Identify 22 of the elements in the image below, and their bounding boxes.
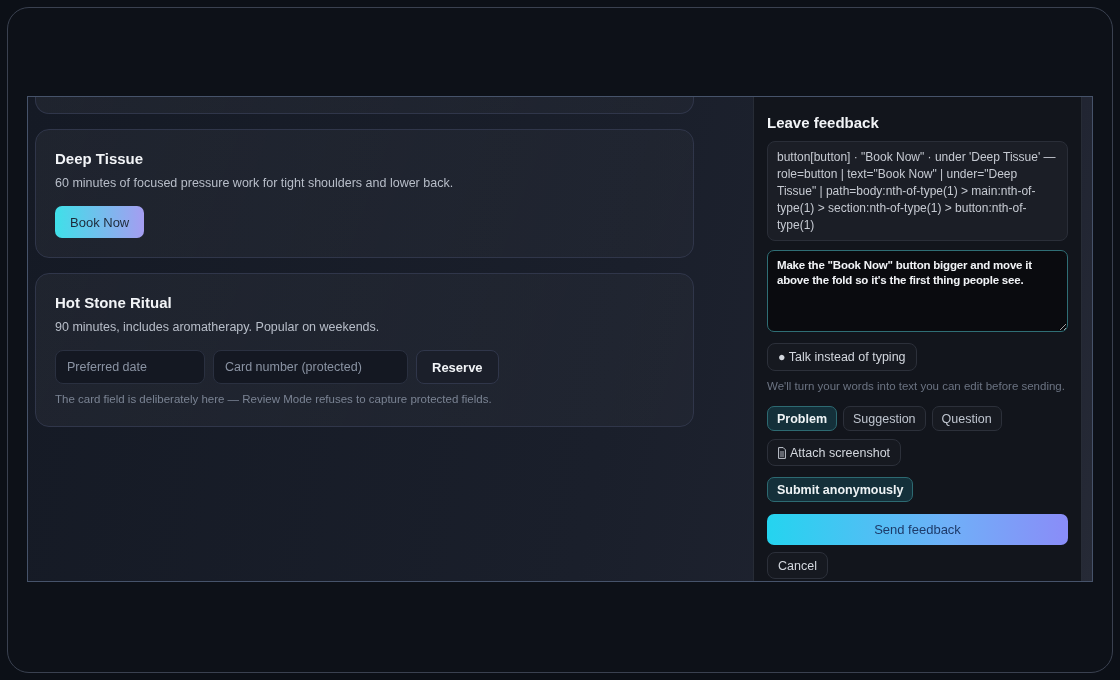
book-now-button[interactable]: Book Now <box>55 206 145 238</box>
send-feedback-button[interactable]: Send feedback <box>767 514 1068 545</box>
panel-title: Leave feedback <box>767 114 879 132</box>
input-field[interactable]: Preferred date <box>55 350 205 384</box>
category-chip[interactable]: Problem <box>767 406 837 431</box>
input-field[interactable]: Card number (protected) <box>213 350 408 384</box>
helper-note: The card field is deliberately here — Review Mode refuses to capture protected fields. <box>55 392 493 407</box>
reserve-button[interactable]: Reserve <box>416 350 499 384</box>
service-description: 90 minutes, includes aromatherapy. Popular on weekends. <box>55 319 381 336</box>
voice-input-button[interactable]: ● Talk instead of typing <box>767 343 917 371</box>
category-chip[interactable]: Question <box>931 406 1002 431</box>
message-field[interactable]: Make the "Book Now" button bigger and move it above the fold so it's the first thing people see. <box>767 250 1068 332</box>
target-summary: button[button] · "Book Now" · under 'Deep Tissue' — role=button | text="Book Now" | under="Deep Tissue" | path=body:nth-of-type(1) > main:nth-of-type(1) > section:nth-of-type(1) > button:nth-of-type(1) <box>767 141 1068 241</box>
category-chip[interactable]: Suggestion <box>843 406 926 431</box>
service-description: 60 minutes of focused pressure work for tight shoulders and lower back. <box>55 175 455 192</box>
service-title: Hot Stone Ritual <box>55 294 173 312</box>
voice-hint: We'll turn your words into text you can edit before sending. <box>767 379 1065 393</box>
document-icon <box>778 446 786 459</box>
attach-screenshot-button[interactable]: Attach screenshot <box>767 439 902 466</box>
service-title: Deep Tissue <box>55 150 145 168</box>
anonymous-toggle[interactable]: Submit anonymously <box>767 477 914 502</box>
cancel-button[interactable]: Cancel <box>767 552 828 579</box>
